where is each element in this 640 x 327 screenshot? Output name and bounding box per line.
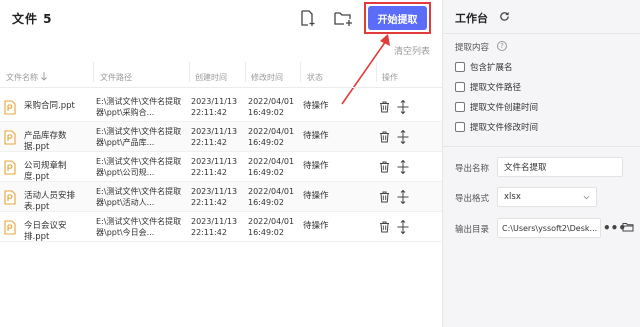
drag-handle-icon[interactable] bbox=[397, 160, 409, 174]
option-label: 提取文件创建时间 bbox=[470, 103, 539, 113]
option-extract-path[interactable]: 提取文件路径 bbox=[455, 81, 521, 93]
table-row[interactable]: 今日会议安排.ppt E:\测试文件\文件名提取器\ppt\今日会... 202… bbox=[0, 212, 442, 242]
checkbox[interactable] bbox=[455, 82, 465, 92]
drag-handle-icon[interactable] bbox=[397, 130, 409, 144]
export-name-label: 导出名称 bbox=[455, 164, 490, 174]
divider bbox=[443, 33, 640, 34]
column-divider bbox=[245, 62, 246, 82]
export-format-label: 导出格式 bbox=[455, 194, 490, 204]
file-path: E:\测试文件\文件名提取器\ppt\公司规... bbox=[96, 157, 182, 177]
option-label: 包含扩展名 bbox=[470, 63, 513, 73]
table-row[interactable]: 产品库存数据.ppt E:\测试文件\文件名提取器\ppt\产品库... 202… bbox=[0, 122, 442, 152]
created-time: 2023/11/13 22:11:42 bbox=[191, 187, 238, 207]
file-name: 公司规章制度.ppt bbox=[24, 161, 67, 182]
drag-handle-icon[interactable] bbox=[397, 100, 409, 114]
col-header-modified: 修改时间 bbox=[251, 73, 283, 82]
start-extract-button[interactable]: 开始提取 bbox=[368, 6, 427, 30]
file-name: 采购合同.ppt bbox=[24, 101, 75, 111]
created-time: 2023/11/13 22:11:42 bbox=[191, 157, 238, 177]
export-format-value: xlsx bbox=[504, 192, 521, 202]
export-name-input[interactable]: 文件名提取 bbox=[497, 157, 623, 177]
table-row[interactable]: 采购合同.ppt E:\测试文件\文件名提取器\ppt\采购合... 2023/… bbox=[0, 92, 442, 122]
option-include-extension[interactable]: 包含扩展名 bbox=[455, 61, 513, 73]
delete-icon[interactable] bbox=[379, 131, 390, 143]
add-file-icon[interactable] bbox=[298, 9, 316, 27]
file-name: 活动人员安排表.ppt bbox=[24, 191, 76, 212]
modified-time: 2022/04/01 16:49:02 bbox=[248, 187, 295, 207]
output-dir-label: 输出目录 bbox=[455, 225, 490, 235]
folder-icon[interactable] bbox=[622, 222, 634, 232]
column-divider bbox=[189, 62, 190, 82]
column-divider bbox=[376, 62, 377, 82]
table-row[interactable]: 活动人员安排表.ppt E:\测试文件\文件名提取器\ppt\活动人... 20… bbox=[0, 182, 442, 212]
file-path: E:\测试文件\文件名提取器\ppt\活动人... bbox=[96, 187, 182, 207]
checkbox[interactable] bbox=[455, 122, 465, 132]
output-dir-input[interactable]: C:\Users\yssoft2\Desk... bbox=[497, 218, 601, 238]
file-path: E:\测试文件\文件名提取器\ppt\今日会... bbox=[96, 217, 182, 237]
col-header-path: 文件路径 bbox=[100, 73, 132, 82]
file-name: 今日会议安排.ppt bbox=[24, 221, 67, 242]
clear-list-link[interactable]: 清空列表 bbox=[394, 44, 430, 57]
delete-icon[interactable] bbox=[379, 161, 390, 173]
modified-time: 2022/04/01 16:49:02 bbox=[248, 97, 295, 117]
option-extract-modified[interactable]: 提取文件修改时间 bbox=[455, 121, 538, 133]
status-text: 待操作 bbox=[303, 131, 329, 141]
created-time: 2023/11/13 22:11:42 bbox=[191, 127, 238, 147]
option-label: 提取文件路径 bbox=[470, 83, 522, 93]
chevron-down-icon bbox=[583, 195, 590, 200]
option-extract-created[interactable]: 提取文件创建时间 bbox=[455, 101, 538, 113]
drag-handle-icon[interactable] bbox=[397, 190, 409, 204]
sort-arrow-icon[interactable] bbox=[41, 72, 47, 81]
file-path: E:\测试文件\文件名提取器\ppt\采购合... bbox=[96, 97, 182, 117]
file-path: E:\测试文件\文件名提取器\ppt\产品库... bbox=[96, 127, 182, 147]
table-row[interactable]: 公司规章制度.ppt E:\测试文件\文件名提取器\ppt\公司规... 202… bbox=[0, 152, 442, 182]
ppt-file-icon bbox=[4, 100, 16, 115]
checkbox[interactable] bbox=[455, 102, 465, 112]
delete-icon[interactable] bbox=[379, 221, 390, 233]
status-text: 待操作 bbox=[303, 191, 329, 201]
refresh-icon[interactable] bbox=[499, 11, 510, 22]
delete-icon[interactable] bbox=[379, 101, 390, 113]
add-folder-icon[interactable] bbox=[333, 9, 353, 27]
status-text: 待操作 bbox=[303, 221, 329, 231]
col-header-name[interactable]: 文件名称 bbox=[6, 72, 38, 83]
col-header-created: 创建时间 bbox=[195, 73, 227, 82]
file-list-panel: 文件 5 开始提取 清空列表 文件名称 文件路径 创建时间 修改时间 状态 操作 bbox=[0, 0, 442, 327]
export-format-select[interactable]: xlsx bbox=[497, 187, 597, 207]
ppt-file-icon bbox=[4, 130, 16, 145]
column-divider bbox=[300, 62, 301, 82]
help-icon[interactable]: ? bbox=[497, 41, 507, 51]
drag-handle-icon[interactable] bbox=[397, 220, 409, 234]
modified-time: 2022/04/01 16:49:02 bbox=[248, 127, 295, 147]
col-header-status: 状态 bbox=[307, 73, 323, 82]
extract-content-label: 提取内容 bbox=[455, 43, 490, 53]
ppt-file-icon bbox=[4, 160, 16, 175]
modified-time: 2022/04/01 16:49:02 bbox=[248, 157, 295, 177]
created-time: 2023/11/13 22:11:42 bbox=[191, 97, 238, 117]
file-name: 产品库存数据.ppt bbox=[24, 131, 67, 152]
created-time: 2023/11/13 22:11:42 bbox=[191, 217, 238, 237]
workbench-panel: 工作台 提取内容 ? 包含扩展名 提取文件路径 提取文件创建时间 提取文件修改时… bbox=[442, 0, 640, 327]
ppt-file-icon bbox=[4, 190, 16, 205]
divider bbox=[443, 146, 640, 147]
status-text: 待操作 bbox=[303, 161, 329, 171]
modified-time: 2022/04/01 16:49:02 bbox=[248, 217, 295, 237]
status-text: 待操作 bbox=[303, 101, 329, 111]
option-label: 提取文件修改时间 bbox=[470, 123, 539, 133]
ppt-file-icon bbox=[4, 220, 16, 235]
delete-icon[interactable] bbox=[379, 191, 390, 203]
col-header-actions: 操作 bbox=[382, 73, 398, 82]
file-count-title: 文件 5 bbox=[12, 12, 53, 26]
column-divider bbox=[93, 62, 94, 82]
checkbox[interactable] bbox=[455, 62, 465, 72]
workbench-title: 工作台 bbox=[455, 12, 488, 25]
